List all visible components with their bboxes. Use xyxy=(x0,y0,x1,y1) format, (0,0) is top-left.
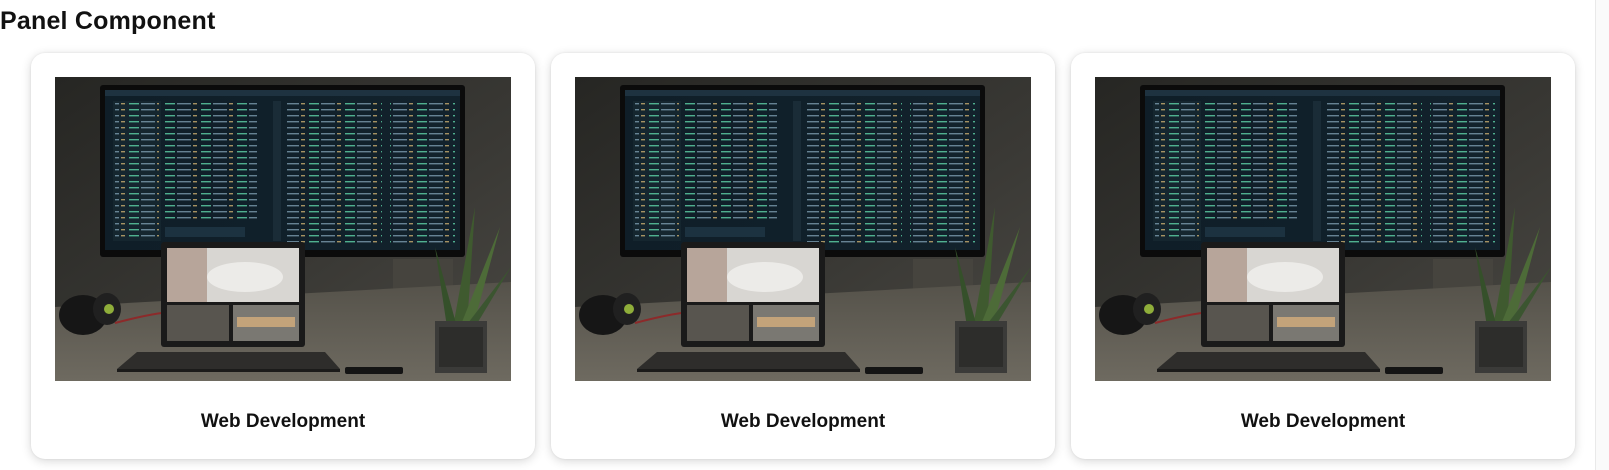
panel-image xyxy=(55,77,511,381)
panel-card[interactable]: Web Development xyxy=(551,53,1055,459)
panel-image xyxy=(575,77,1031,381)
panel-card[interactable]: Web Development xyxy=(31,53,535,459)
page-title: Panel Component xyxy=(0,7,216,35)
panel-list: Web Development Web Development Web Deve… xyxy=(31,53,1575,459)
panel-card[interactable]: Web Development xyxy=(1071,53,1575,459)
vertical-scrollbar[interactable] xyxy=(1595,0,1609,470)
developer-desk-photo xyxy=(55,77,511,381)
panel-title: Web Development xyxy=(1240,411,1406,432)
panel-title: Web Development xyxy=(720,411,886,432)
panel-title: Web Development xyxy=(200,411,366,432)
developer-desk-photo xyxy=(1095,77,1551,381)
panel-image xyxy=(1095,77,1551,381)
developer-desk-photo xyxy=(575,77,1031,381)
